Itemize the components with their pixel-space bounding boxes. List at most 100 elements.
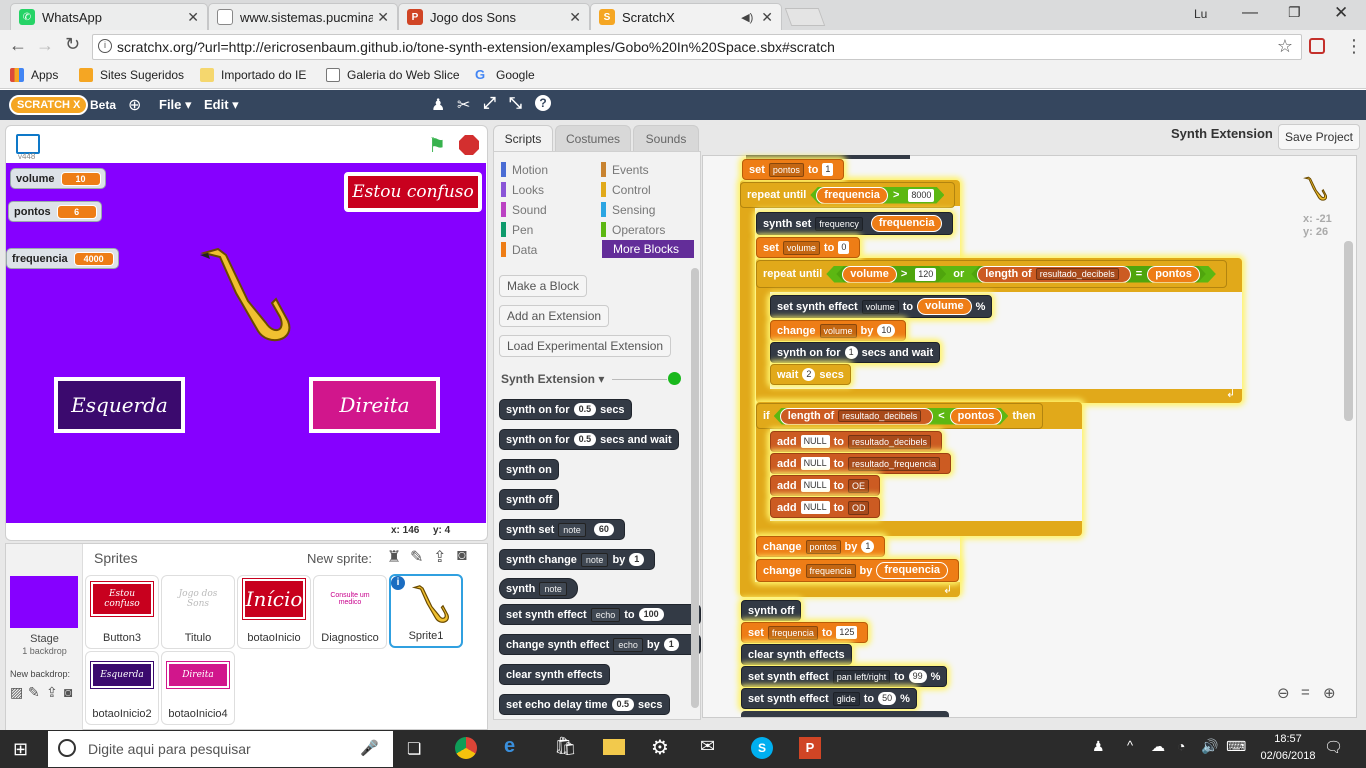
number-input[interactable]: 8000 [908, 189, 934, 202]
add-extension-button[interactable]: Add an Extension [499, 305, 610, 327]
script-set-synth-effect-glide[interactable]: set synth effect glide to 50% [741, 688, 917, 709]
variable-reporter[interactable]: frequencia [870, 215, 943, 232]
category-events[interactable]: Events [601, 161, 693, 178]
bookmark-apps[interactable]: Apps [10, 68, 58, 82]
palette-block-synth-set[interactable]: synth set note 60 [499, 519, 625, 540]
info-icon[interactable]: i [391, 576, 405, 590]
close-icon[interactable]: ✕ [187, 9, 199, 26]
block-dropdown[interactable]: echo [590, 607, 621, 622]
taskbar-search[interactable]: Digite aqui para pesquisar 🎤 [48, 731, 393, 767]
upload-backdrop-icon[interactable]: ⇪ [46, 684, 58, 701]
block-dropdown[interactable]: echo [613, 637, 643, 652]
back-icon[interactable]: ← [9, 35, 27, 56]
script-add-resultado-frequencia[interactable]: add NULL to resultado_frequencia [770, 453, 952, 474]
sprite-thumb-sprite1[interactable]: i Sprite1 [389, 574, 463, 648]
variable-dropdown[interactable]: volume [782, 240, 820, 255]
block-input[interactable]: 0.5 [573, 433, 597, 446]
variable-dropdown[interactable]: pontos [805, 539, 841, 554]
zoom-out-icon[interactable]: ⊖ [1277, 684, 1290, 702]
settings-gear-icon[interactable]: ⚙ [651, 735, 669, 760]
bookmark-google[interactable]: G Google [475, 68, 535, 83]
script-set-volume[interactable]: set volume to 0 [756, 237, 861, 258]
list-dropdown[interactable]: OD [847, 500, 870, 515]
help-icon[interactable]: ? [535, 95, 551, 111]
close-icon[interactable]: ✕ [761, 9, 773, 26]
palette-block-change-synth-effect[interactable]: change synth effect echo by 1 [499, 634, 701, 655]
script-set-frequencia[interactable]: set frequencia to 125 [741, 622, 869, 643]
edge-icon[interactable]: e [504, 735, 515, 758]
script-add-oe[interactable]: add NULL to OE [770, 475, 880, 496]
palette-scrollbar[interactable] [691, 268, 699, 708]
script-set-pontos[interactable]: set pontos to 1 [742, 159, 845, 180]
list-dropdown[interactable]: resultado_frequencia [847, 456, 941, 471]
length-of-reporter[interactable]: length of resultado_decibels [780, 408, 934, 425]
duplicate-icon[interactable]: ♟ [431, 95, 445, 115]
category-sound[interactable]: Sound [501, 201, 593, 218]
effect-dropdown[interactable]: pan left/right [832, 669, 891, 684]
scratchx-logo[interactable]: SCRATCH X [9, 95, 89, 115]
reload-icon[interactable]: ↻ [65, 34, 80, 55]
saxophone-sprite[interactable] [196, 241, 291, 343]
zoom-reset-icon[interactable]: = [1301, 684, 1310, 701]
script-if[interactable]: if length of resultado_decibels < pontos then [756, 403, 1043, 429]
palette-block-set-echo-delay[interactable]: set echo delay time 0.5 secs [499, 694, 670, 715]
variable-reporter[interactable]: frequencia [876, 562, 949, 579]
tab-scratchx[interactable]: S ScratchX ◀) ✕ [590, 3, 782, 30]
block-input[interactable]: 1 [663, 638, 679, 651]
esquerda-button[interactable]: Esquerda [54, 377, 185, 433]
variable-reporter[interactable]: frequencia [816, 187, 888, 204]
number-input[interactable]: 1 [822, 163, 834, 176]
script-wait[interactable]: wait 2 secs [770, 364, 851, 385]
variable-dropdown[interactable]: frequencia [767, 625, 818, 640]
info-icon[interactable]: i [98, 39, 112, 53]
block-input[interactable]: 0.5 [611, 698, 635, 711]
greater-than-operator[interactable]: volume >120 [836, 266, 946, 283]
make-a-block-button[interactable]: Make a Block [499, 275, 588, 297]
chrome-icon[interactable] [455, 737, 477, 759]
scripts-vertical-scrollbar[interactable] [1344, 241, 1353, 421]
globe-icon[interactable]: ⊕ [128, 95, 141, 115]
new-tab-button[interactable] [784, 8, 826, 26]
direita-button[interactable]: Direita [309, 377, 440, 433]
list-dropdown[interactable]: resultado_decibels [847, 434, 932, 449]
grow-icon[interactable]: ⤢ [483, 95, 496, 113]
variable-dropdown[interactable]: volume [819, 323, 857, 338]
green-flag-icon[interactable]: ⚑ [428, 133, 446, 158]
variable-dropdown[interactable]: frequencia [805, 563, 856, 578]
powerpoint-icon[interactable]: P [799, 737, 821, 759]
category-sensing[interactable]: Sensing [601, 201, 693, 218]
number-input[interactable]: 50 [878, 692, 897, 705]
tab-whatsapp[interactable]: ✆ WhatsApp ✕ [10, 3, 208, 30]
script-set-synth-effect-volume[interactable]: set synth effect volume to volume% [770, 295, 993, 318]
extension-icon[interactable] [1309, 38, 1325, 54]
number-input[interactable]: 125 [836, 626, 858, 639]
palette-block-synth-on[interactable]: synth on [499, 459, 559, 480]
tab-jogo-dos-sons[interactable]: P Jogo dos Sons ✕ [398, 3, 590, 30]
text-input[interactable]: NULL [800, 501, 830, 514]
number-input[interactable]: 120 [915, 268, 936, 281]
category-looks[interactable]: Looks [501, 181, 593, 198]
number-input[interactable]: 0 [838, 241, 850, 254]
palette-block-set-synth-effect[interactable]: set synth effect echo to 100 [499, 604, 701, 625]
list-dropdown[interactable]: resultado_decibels [1036, 268, 1119, 280]
block-input[interactable]: 0.5 [573, 403, 597, 416]
forward-icon[interactable]: → [36, 35, 54, 56]
equals-operator[interactable]: length of resultado_decibels = pontos [971, 266, 1206, 283]
text-input[interactable]: NULL [800, 479, 830, 492]
paint-sprite-icon[interactable]: ✎ [410, 547, 423, 567]
watcher-frequencia[interactable]: frequencia 4000 [6, 248, 119, 269]
variable-reporter[interactable]: pontos [950, 408, 1003, 425]
load-experimental-extension-button[interactable]: Load Experimental Extension [499, 335, 672, 357]
number-input[interactable]: 2 [802, 368, 816, 381]
category-more-blocks[interactable]: More Blocks [602, 240, 694, 258]
notifications-icon[interactable]: 🗨 [1324, 738, 1343, 756]
script-synth-on-for[interactable]: synth on for 1 secs and wait [770, 342, 941, 363]
bookmark-star-icon[interactable]: ☆ [1277, 36, 1293, 57]
number-input[interactable]: 99 [908, 670, 927, 683]
choose-sprite-icon[interactable]: ♜ [387, 547, 401, 567]
greater-than-operator[interactable]: frequencia >8000 [810, 187, 944, 204]
variable-reporter[interactable]: volume [842, 266, 897, 283]
store-icon[interactable]: 🛍 [554, 736, 577, 757]
sprite-thumb-botaoinicio2[interactable]: Esquerda botaoInicio2 [85, 651, 159, 725]
list-dropdown[interactable]: OE [847, 478, 869, 493]
